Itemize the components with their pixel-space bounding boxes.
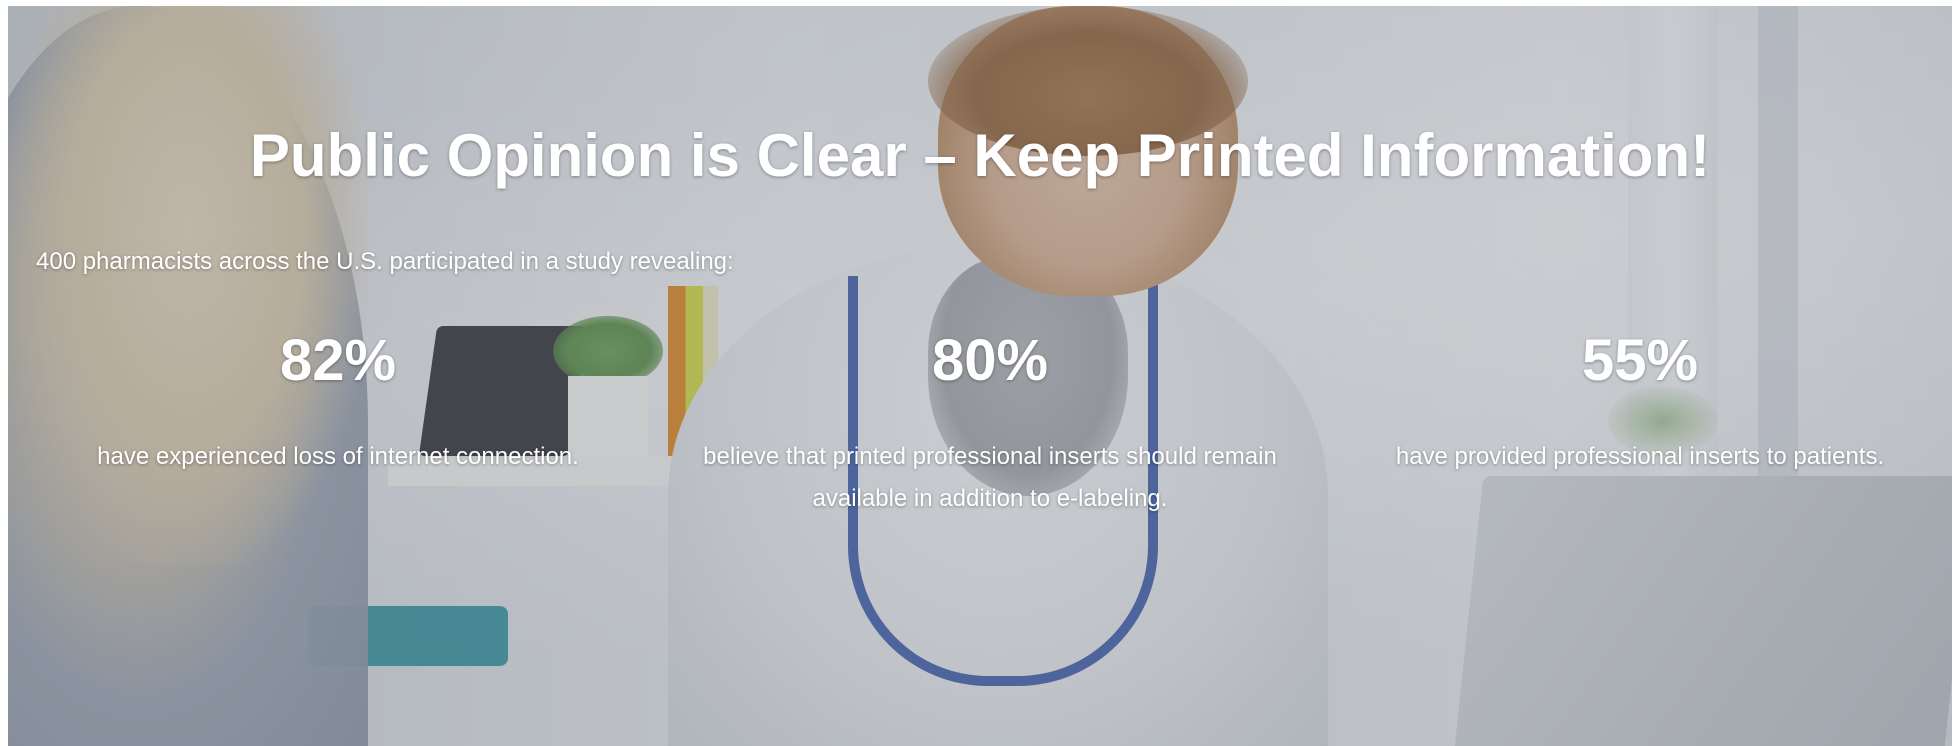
stat-block: 55% have provided professional inserts t… xyxy=(1328,326,1952,478)
stat-value: 82% xyxy=(279,328,397,393)
stat-description: have experienced loss of internet connec… xyxy=(97,443,579,470)
hero-content: Public Opinion is Clear – Keep Printed I… xyxy=(8,6,1952,746)
stat-description: have provided professional inserts to pa… xyxy=(1395,443,1885,470)
stat-value: 80% xyxy=(931,328,1049,393)
study-intro: 400 pharmacists across the U.S. particip… xyxy=(36,248,734,275)
page-title: Public Opinion is Clear – Keep Printed I… xyxy=(249,122,1711,189)
stat-block: 82% have experienced loss of internet co… xyxy=(28,326,648,478)
stat-value: 55% xyxy=(1581,328,1699,393)
stat-block: 80% believe that printed professional in… xyxy=(680,326,1300,520)
hero-section: Public Opinion is Clear – Keep Printed I… xyxy=(8,6,1952,746)
stat-description: believe that printed professional insert… xyxy=(703,443,1277,512)
